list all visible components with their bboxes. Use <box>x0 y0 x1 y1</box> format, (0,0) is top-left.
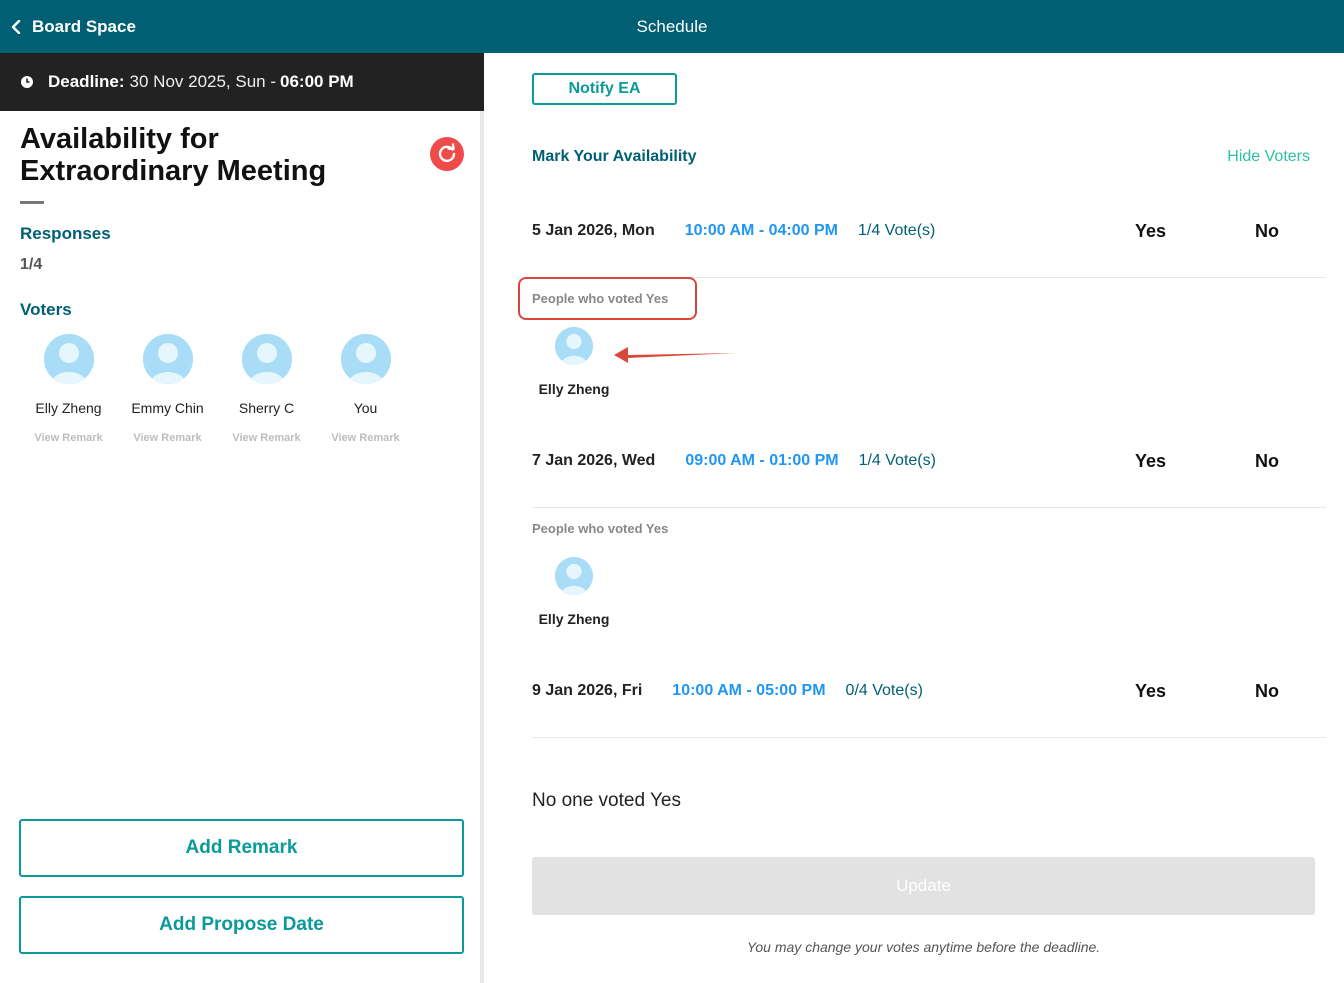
title-divider <box>20 201 44 204</box>
slot-time: 09:00 AM - 01:00 PM <box>685 452 839 469</box>
view-remark-link[interactable]: View Remark <box>34 432 102 444</box>
yes-voter-name: Elly Zheng <box>538 611 610 627</box>
arrow-annotation-icon <box>614 347 736 363</box>
user-avatar-icon <box>340 334 391 384</box>
view-remark-link[interactable]: View Remark <box>331 432 399 444</box>
clock-icon <box>21 76 33 88</box>
hide-voters-link[interactable]: Hide Voters <box>1227 148 1310 166</box>
mark-availability-title: Mark Your Availability <box>532 148 697 165</box>
responses-label: Responses <box>20 224 111 243</box>
top-bar: Board Space Schedule <box>0 0 1344 53</box>
voter-name: Sherry C <box>238 400 295 416</box>
slot-date: 7 Jan 2026, Wed <box>532 452 656 469</box>
voter-name: You <box>353 400 378 416</box>
avatar <box>555 327 593 365</box>
voters-label: Voters <box>20 300 72 319</box>
slot-date: 9 Jan 2026, Fri <box>532 682 643 699</box>
user-avatar-icon <box>241 334 292 384</box>
deadline-label: Deadline: <box>48 72 125 91</box>
notify-ea-button[interactable]: Notify EA <box>532 73 677 105</box>
responses-value: 1/4 <box>20 256 43 273</box>
user-avatar-icon <box>142 334 193 384</box>
refresh-button[interactable] <box>430 137 464 171</box>
vote-no-button[interactable]: No <box>1255 221 1279 242</box>
meeting-title: Availability for Extraordinary Meeting <box>20 123 327 187</box>
avatar <box>142 334 193 384</box>
no-votes-message: No one voted Yes <box>532 790 681 811</box>
vote-yes-button[interactable]: Yes <box>1135 451 1166 472</box>
slot-date: 5 Jan 2026, Mon <box>532 222 655 239</box>
slot-vote-count: 1/4 Vote(s) <box>858 452 936 469</box>
voted-yes-label: People who voted Yes <box>532 291 669 306</box>
user-avatar-icon <box>43 334 94 384</box>
voter-item: Elly Zheng View Remark <box>19 334 118 444</box>
voted-yes-label: People who voted Yes <box>532 521 669 536</box>
voter-item: Emmy Chin View Remark <box>118 334 217 444</box>
slot-time: 10:00 AM - 04:00 PM <box>684 222 838 239</box>
slot-row: 5 Jan 2026, Mon 10:00 AM - 04:00 PM 1/4 … <box>532 213 1326 249</box>
vote-no-button[interactable]: No <box>1255 681 1279 702</box>
yes-voter: Elly Zheng <box>534 327 614 397</box>
deadline-date: 30 Nov 2025, Sun - <box>129 72 277 91</box>
slot-divider <box>532 507 1326 508</box>
view-remark-link[interactable]: View Remark <box>133 432 201 444</box>
add-propose-date-button[interactable]: Add Propose Date <box>19 896 464 954</box>
user-avatar-icon <box>555 557 593 595</box>
voter-name: Elly Zheng <box>35 400 102 416</box>
avatar <box>340 334 391 384</box>
voter-item: You View Remark <box>316 334 415 444</box>
deadline-bar: Deadline: 30 Nov 2025, Sun - 06:00 PM <box>0 53 484 111</box>
left-panel: Deadline: 30 Nov 2025, Sun - 06:00 PM Av… <box>0 53 484 983</box>
right-panel: Notify EA Mark Your Availability Hide Vo… <box>488 53 1344 983</box>
slot-vote-count: 0/4 Vote(s) <box>845 682 923 699</box>
deadline-time: 06:00 PM <box>280 72 354 91</box>
avatar <box>241 334 292 384</box>
yes-voter: Elly Zheng <box>534 557 614 627</box>
voters-list: Elly Zheng View Remark Emmy Chin View Re… <box>19 334 415 444</box>
vote-yes-button[interactable]: Yes <box>1135 681 1166 702</box>
vote-yes-button[interactable]: Yes <box>1135 221 1166 242</box>
avatar <box>555 557 593 595</box>
user-avatar-icon <box>555 327 593 365</box>
voter-item: Sherry C View Remark <box>217 334 316 444</box>
yes-voter-name: Elly Zheng <box>538 381 610 397</box>
slot-divider <box>532 737 1326 738</box>
update-button[interactable]: Update <box>532 857 1315 915</box>
slot-row: 7 Jan 2026, Wed 09:00 AM - 01:00 PM 1/4 … <box>532 443 1326 479</box>
add-remark-button[interactable]: Add Remark <box>19 819 464 877</box>
voter-name: Emmy Chin <box>131 400 204 416</box>
slot-row: 9 Jan 2026, Fri 10:00 AM - 05:00 PM 0/4 … <box>532 673 1326 709</box>
vote-no-button[interactable]: No <box>1255 451 1279 472</box>
avatar <box>43 334 94 384</box>
slot-vote-count: 1/4 Vote(s) <box>857 222 936 239</box>
deadline-hint: You may change your votes anytime before… <box>746 939 1101 955</box>
view-remark-link[interactable]: View Remark <box>232 432 300 444</box>
slot-time: 10:00 AM - 05:00 PM <box>672 682 826 699</box>
page-title: Schedule <box>636 17 708 36</box>
refresh-icon <box>438 143 456 163</box>
